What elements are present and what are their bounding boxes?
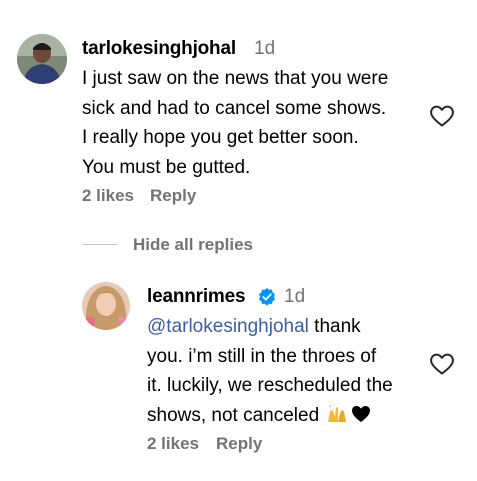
profile-photo	[17, 34, 67, 84]
comment-likes-count[interactable]: 2 likes	[82, 186, 134, 206]
raising-hands-icon	[328, 403, 347, 422]
avatar-tarlokesinghjohal[interactable]	[17, 34, 67, 84]
reply-text-fragment: shows, not canceled	[147, 404, 325, 426]
heart-outline-icon[interactable]	[429, 104, 455, 128]
reply-timestamp: 1d	[284, 286, 306, 307]
comment-text-line: I just saw on the news that you were	[82, 68, 389, 89]
comment-text-line: I really hope you get better soon.	[82, 127, 359, 148]
reply-text-line: @tarlokesinghjohal thank	[147, 312, 427, 342]
mention-link[interactable]: @tarlokesinghjohal	[147, 316, 309, 337]
avatar-leannrimes[interactable]	[82, 282, 130, 330]
reply-text-line: shows, not canceled 🙌🖤	[147, 401, 427, 431]
reply-text-fragment: thank	[308, 316, 361, 337]
comment-username[interactable]: tarlokesinghjohal	[82, 38, 236, 60]
comment-text-line: sick and had to cancel some shows.	[82, 97, 387, 119]
reply-reply-button[interactable]: Reply	[216, 434, 262, 454]
comment-text-line: You must be gutted.	[82, 156, 251, 178]
reply-text: @tarlokesinghjohal thank you. i’m still …	[147, 312, 427, 430]
replies-divider	[82, 244, 118, 245]
reply-text-line: you. i’m still in the throes of	[147, 345, 377, 367]
hide-replies-button[interactable]: Hide all replies	[133, 235, 253, 255]
black-heart-icon	[352, 405, 371, 422]
reply-username[interactable]: leannrimes	[147, 286, 246, 308]
heart-outline-icon[interactable]	[429, 352, 455, 376]
comment-reply-button[interactable]: Reply	[150, 186, 196, 206]
reply-likes-count[interactable]: 2 likes	[147, 434, 199, 454]
reply-text-line: it. luckily, we rescheduled the	[147, 375, 393, 396]
verified-badge-icon	[259, 288, 275, 306]
comment-timestamp: 1d	[254, 38, 276, 59]
comment-text: I just saw on the news that you were sic…	[82, 64, 422, 182]
profile-photo	[82, 282, 130, 330]
